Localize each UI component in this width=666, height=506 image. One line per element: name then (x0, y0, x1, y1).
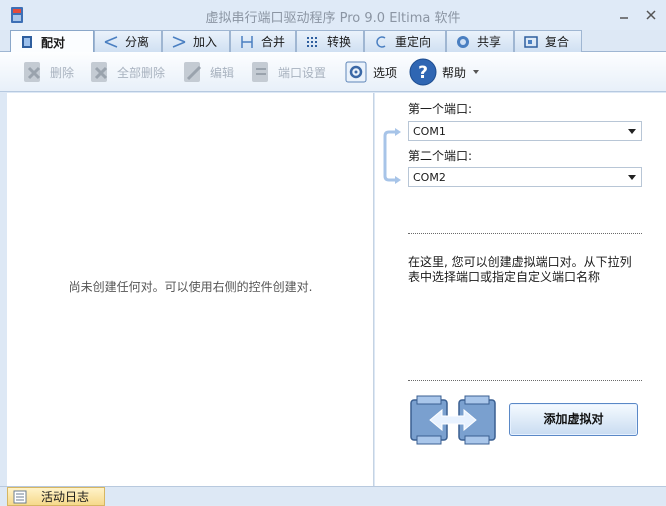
first-port-select[interactable]: COM1 (408, 121, 642, 141)
second-port-select[interactable]: COM2 (408, 167, 642, 187)
split-icon (103, 34, 119, 50)
chevron-down-icon (628, 129, 636, 134)
pair-creation-panel: 第一个端口: COM1 第二个端口: COM2 在这里, 您可以创建虚拟端口对。… (375, 93, 666, 486)
help-button[interactable]: ? 帮助 (408, 58, 480, 86)
tab-join[interactable]: 加入 (162, 30, 230, 52)
options-gear-icon (343, 59, 369, 85)
tab-composite[interactable]: 复合 (514, 30, 582, 52)
empty-pairs-message: 尚未创建任何对。可以使用右侧的控件创建对. (68, 280, 313, 294)
chevron-down-icon (628, 175, 636, 180)
second-port-label: 第二个端口: (408, 149, 473, 163)
tab-split[interactable]: 分离 (94, 30, 162, 52)
help-icon: ? (408, 57, 438, 87)
activity-log-tab[interactable]: 活动日志 (7, 487, 105, 506)
port-settings-icon (248, 59, 274, 85)
first-port-label: 第一个端口: (408, 102, 473, 116)
divider (408, 380, 642, 381)
delete-button[interactable]: 删除 (20, 58, 74, 86)
tab-convert[interactable]: 转换 (296, 30, 364, 52)
tab-label: 配对 (41, 35, 66, 50)
divider (408, 233, 642, 234)
chevron-down-icon (473, 70, 480, 74)
toolbar: 删除 全部删除 编辑 端口设置 选项 ? 帮助 (0, 52, 666, 92)
close-icon[interactable] (645, 9, 657, 21)
tab-label: 加入 (193, 35, 218, 49)
tab-redirect[interactable]: 重定向 (364, 30, 446, 52)
merge-icon (239, 34, 255, 50)
delete-all-icon (87, 59, 113, 85)
join-icon (171, 34, 187, 50)
tab-label: 转换 (327, 35, 352, 49)
redirect-icon (373, 34, 389, 50)
pair-description: 在这里, 您可以创建虚拟端口对。从下拉列 表中选择端口或指定自定义端口名称 (408, 255, 632, 284)
svg-text:?: ? (418, 63, 428, 83)
tab-merge[interactable]: 合并 (230, 30, 296, 52)
delete-icon (20, 59, 46, 85)
convert-icon (305, 34, 321, 50)
minimize-icon[interactable] (618, 9, 630, 21)
main-window: 虚拟串行端口驱动程序 Pro 9.0 Eltima 软件 配对 分离 加入 合并… (0, 0, 666, 506)
add-virtual-pair-button[interactable]: 添加虚拟对 (509, 403, 638, 436)
pair-bracket-icon (383, 128, 401, 184)
tab-strip: 配对 分离 加入 合并 转换 重定向 共享 复合 (0, 30, 666, 53)
tab-label: 重定向 (395, 35, 432, 49)
log-icon (13, 490, 27, 503)
options-button[interactable]: 选项 (343, 58, 397, 86)
tab-pair[interactable]: 配对 (10, 30, 94, 53)
tab-share[interactable]: 共享 (446, 30, 514, 52)
delete-all-button[interactable]: 全部删除 (87, 58, 165, 86)
composite-icon (523, 34, 539, 50)
virtual-pair-icon (410, 395, 496, 445)
edit-icon (180, 59, 206, 85)
port-settings-button[interactable]: 端口设置 (248, 58, 326, 86)
tab-label: 合并 (261, 35, 286, 49)
status-bar: 活动日志 (0, 486, 666, 506)
edit-button[interactable]: 编辑 (180, 58, 234, 86)
share-icon (455, 34, 471, 50)
tab-label: 共享 (477, 35, 502, 49)
title-bar: 虚拟串行端口驱动程序 Pro 9.0 Eltima 软件 (0, 0, 666, 30)
pair-port-icon (19, 34, 35, 50)
tab-label: 复合 (545, 35, 570, 49)
tab-label: 分离 (125, 35, 150, 49)
window-title: 虚拟串行端口驱动程序 Pro 9.0 Eltima 软件 (205, 11, 461, 26)
pairs-list-pane: 尚未创建任何对。可以使用右侧的控件创建对. (7, 93, 374, 486)
